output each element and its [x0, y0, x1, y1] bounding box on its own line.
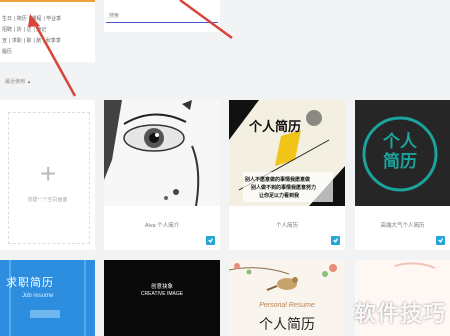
annotation-arrows — [28, 0, 233, 97]
watermark: 软件技巧 — [353, 301, 446, 326]
